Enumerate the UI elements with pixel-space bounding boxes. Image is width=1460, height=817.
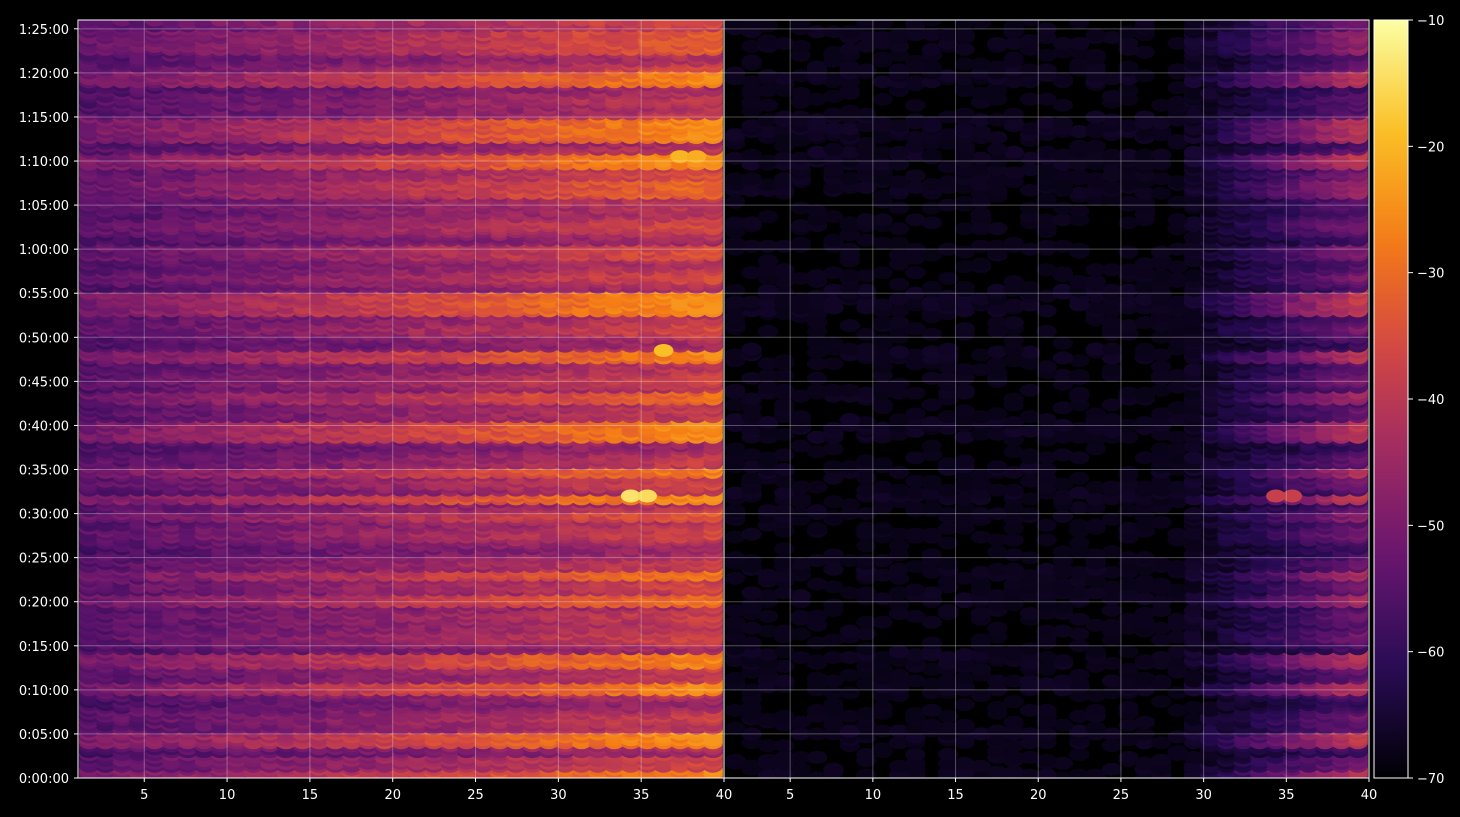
heatmap-cells bbox=[79, 20, 723, 778]
heatmap-panel-1: 5 10 15 20 25 30 35 40 bbox=[77, 19, 732, 803]
heatmap-chart: 5 10 15 20 25 30 35 40 5 10 15 20 25 30 35 400:00:000:0… bbox=[19, 14, 1445, 803]
